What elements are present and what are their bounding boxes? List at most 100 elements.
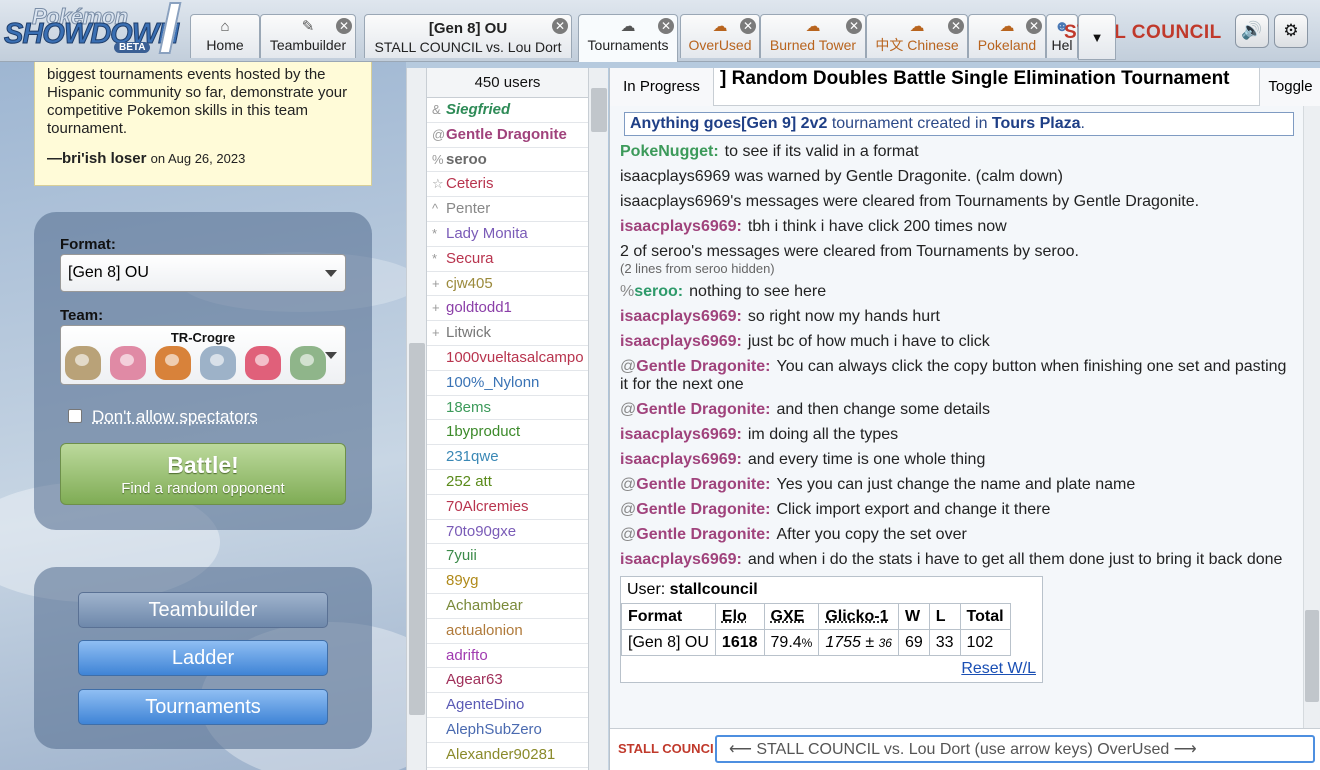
showdown-logo[interactable]: Pokémon SHOWDOWN BETA bbox=[3, 2, 186, 58]
chatbox-username[interactable]: STALL COUNCIL bbox=[618, 741, 714, 756]
stats-total: 102 bbox=[959, 629, 1011, 656]
user-list-item[interactable]: 7yuii bbox=[427, 544, 588, 570]
chat-username[interactable]: isaacplays6969: bbox=[620, 308, 742, 325]
close-tab-icon[interactable]: ✕ bbox=[658, 18, 674, 34]
battle-form-panel: Format: [Gen 8] OU Team: TR-Crogre Don't… bbox=[34, 212, 372, 530]
user-list-item[interactable]: adrifto bbox=[427, 644, 588, 669]
chat-message: isaacplays6969: so right now my hands hur… bbox=[620, 305, 1294, 330]
user-list-scrollbar[interactable] bbox=[588, 68, 608, 770]
more-tabs-button[interactable]: ▼ bbox=[1078, 14, 1116, 60]
user-list-name: 100%_Nylonn bbox=[446, 373, 540, 391]
close-tab-icon[interactable]: ✕ bbox=[740, 18, 756, 34]
user-list-item[interactable]: AlephSubZero bbox=[427, 718, 588, 743]
chat-message-input[interactable] bbox=[715, 735, 1315, 763]
main-menu-scrollbar[interactable] bbox=[406, 68, 426, 770]
toggle-button[interactable]: Toggle bbox=[1259, 68, 1320, 106]
chat-username[interactable]: isaacplays6969: bbox=[620, 426, 742, 443]
user-list-item[interactable]: @Gentle Dragonite bbox=[427, 123, 588, 148]
user-list-item[interactable]: 231qwe bbox=[427, 445, 588, 470]
user-list-item[interactable]: 89yg bbox=[427, 569, 588, 594]
chat-username-text: Gentle Dragonite: bbox=[636, 526, 771, 543]
chat-message-text: nothing to see here bbox=[689, 283, 827, 300]
dont-allow-spectators-toggle[interactable]: Don't allow spectators bbox=[68, 407, 258, 427]
announcement-format: Anything goes[Gen 9] 2v2 bbox=[630, 115, 828, 132]
user-list-item[interactable]: + goldtodd1 bbox=[427, 296, 588, 322]
tournaments-button[interactable]: Tournaments bbox=[78, 689, 328, 725]
tournament-header: In Progress ] Random Doubles Battle Sing… bbox=[610, 68, 1320, 106]
spectators-checkbox[interactable] bbox=[68, 409, 82, 423]
chat-username[interactable]: @Gentle Dragonite: bbox=[620, 401, 770, 418]
hidden-lines-note[interactable]: (2 lines from seroo hidden) bbox=[620, 261, 1294, 276]
tab-teambuilder[interactable]: ✎ Teambuilder ✕ bbox=[260, 14, 356, 58]
user-list-item[interactable]: AgenteDino bbox=[427, 693, 588, 718]
tab-overused[interactable]: ☁ OverUsed ✕ bbox=[680, 14, 760, 58]
user-list-item[interactable]: 100%_Nylonn bbox=[427, 371, 588, 396]
battle-button[interactable]: Battle! Find a random opponent bbox=[60, 443, 346, 505]
user-list-item[interactable]: Agear63 bbox=[427, 668, 588, 694]
settings-button[interactable]: ⚙ bbox=[1274, 14, 1308, 48]
reset-wl-link[interactable]: Reset W/L bbox=[961, 660, 1036, 677]
chat-username[interactable]: isaacplays6969: bbox=[620, 218, 742, 235]
stats-header-total: Total bbox=[959, 603, 1011, 630]
close-tab-icon[interactable]: ✕ bbox=[336, 18, 352, 34]
scrollbar-thumb[interactable] bbox=[409, 343, 425, 715]
user-list-item[interactable]: actualonion bbox=[427, 619, 588, 644]
chat-username[interactable]: @Gentle Dragonite: bbox=[620, 501, 770, 518]
announcement-room-link[interactable]: Tours Plaza bbox=[992, 115, 1081, 132]
tab-battle-format: [Gen 8] OU bbox=[428, 20, 508, 37]
user-list-item[interactable]: ^ Penter bbox=[427, 197, 588, 222]
ladder-button[interactable]: Ladder bbox=[78, 640, 328, 676]
user-list-name: 70to90gxe bbox=[446, 522, 517, 540]
user-list-item[interactable]: * Secura bbox=[427, 247, 588, 272]
chat-username[interactable]: isaacplays6969: bbox=[620, 551, 742, 568]
user-list-item[interactable]: 1byproduct bbox=[427, 420, 588, 446]
user-count[interactable]: 450 users bbox=[427, 68, 588, 98]
user-list-item[interactable]: + Litwick bbox=[427, 321, 588, 346]
in-progress-label[interactable]: In Progress bbox=[610, 68, 714, 106]
user-list-item[interactable]: & Siegfried bbox=[427, 98, 588, 123]
teambuilder-button[interactable]: Teambuilder bbox=[78, 592, 328, 628]
tab-battle[interactable]: [Gen 8] OU STALL COUNCIL vs. Lou Dort ✕ bbox=[364, 14, 572, 58]
scrollbar-thumb[interactable] bbox=[591, 88, 607, 132]
user-list-item[interactable]: Alexander90281 bbox=[427, 743, 588, 768]
chat-username-text: Gentle Dragonite: bbox=[636, 501, 771, 518]
chat-username[interactable]: @Gentle Dragonite: bbox=[620, 358, 770, 375]
user-list-item[interactable]: 252 att bbox=[427, 470, 588, 495]
sound-button[interactable]: 🔊 bbox=[1235, 14, 1269, 48]
user-rank-symbol: * bbox=[432, 250, 438, 266]
chat-username[interactable]: isaacplays6969: bbox=[620, 451, 742, 468]
user-list-rows: & Siegfried @Gentle Dragonite% seroo ☆ Ceteri… bbox=[427, 98, 588, 768]
gear-icon: ⚙ bbox=[1283, 21, 1299, 40]
tab-home[interactable]: ⌂ Home bbox=[190, 14, 260, 58]
user-list-item[interactable]: 18ems bbox=[427, 396, 588, 421]
chat-scrollbar[interactable] bbox=[1303, 106, 1320, 728]
user-list-item[interactable]: * Lady Monita bbox=[427, 222, 588, 247]
close-tab-icon[interactable]: ✕ bbox=[948, 18, 964, 34]
user-list-item[interactable]: % seroo bbox=[427, 148, 588, 173]
user-list-item[interactable]: 70Alcremies bbox=[427, 495, 588, 520]
user-list-item[interactable]: ☆ Ceteris bbox=[427, 172, 588, 198]
tab-tournaments[interactable]: ☁ Tournaments ✕ bbox=[578, 14, 678, 62]
close-tab-icon[interactable]: ✕ bbox=[552, 18, 568, 34]
chat-username[interactable]: PokeNugget: bbox=[620, 143, 719, 160]
user-list-item[interactable]: + cjw405 bbox=[427, 272, 588, 297]
chat-username-text: seroo: bbox=[634, 283, 684, 300]
chat-message: @Gentle Dragonite: and then change some d… bbox=[620, 398, 1294, 423]
chat-username-text: isaacplays6969: bbox=[620, 426, 742, 443]
chat-username[interactable]: isaacplays6969: bbox=[620, 333, 742, 350]
chat-username[interactable]: @Gentle Dragonite: bbox=[620, 526, 770, 543]
close-tab-icon[interactable]: ✕ bbox=[1026, 18, 1042, 34]
team-select[interactable]: TR-Crogre bbox=[60, 325, 346, 385]
tab-pokeland[interactable]: ☁ Pokeland ✕ bbox=[968, 14, 1046, 58]
close-tab-icon[interactable]: ✕ bbox=[846, 18, 862, 34]
format-select[interactable]: [Gen 8] OU bbox=[60, 254, 346, 292]
user-list-item[interactable]: 70to90gxe bbox=[427, 520, 588, 545]
tab-chinese[interactable]: ☁ 中文 Chinese ✕ bbox=[866, 14, 968, 58]
chat-username[interactable]: @Gentle Dragonite: bbox=[620, 476, 770, 493]
tab-burned-tower[interactable]: ☁ Burned Tower ✕ bbox=[760, 14, 866, 58]
stats-glicko-value: 1755 bbox=[825, 633, 861, 651]
scrollbar-thumb[interactable] bbox=[1305, 610, 1319, 702]
chat-username[interactable]: %seroo: bbox=[620, 283, 683, 300]
user-list-item[interactable]: Achambear bbox=[427, 594, 588, 619]
user-list-item[interactable]: 1000vueltasalcampo bbox=[427, 346, 588, 371]
